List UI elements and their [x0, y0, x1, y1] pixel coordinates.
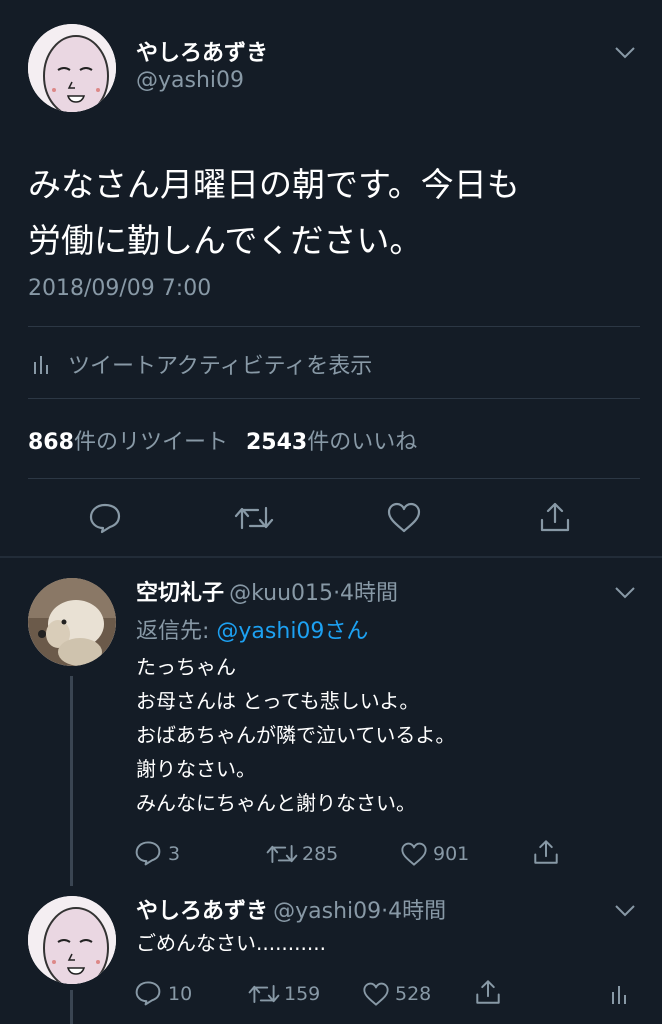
like-icon[interactable] [386, 502, 422, 534]
reply-line: ごめんなさい........... [136, 931, 326, 955]
reply-time: ·4時間 [381, 899, 447, 924]
face-illustration [28, 896, 116, 984]
face-illustration [28, 24, 116, 112]
retweet-icon[interactable] [234, 504, 274, 532]
reply-body: ごめんなさい........... [136, 926, 326, 960]
reply-icon [134, 840, 162, 866]
reply-header: やしろあずき @yashi09·4時間 [136, 893, 446, 925]
retweet-count: 285 [302, 843, 339, 865]
bar-chart-icon[interactable] [610, 980, 628, 1006]
reply-header: 空切礼子 @kuu015·4時間 [136, 575, 398, 607]
reply-line: たっちゃん [136, 655, 236, 679]
thread-line [70, 990, 73, 1024]
main-author-avatar[interactable] [28, 24, 116, 112]
bar-chart-icon [32, 352, 50, 374]
dog-photo [28, 578, 116, 666]
retweet-icon [266, 842, 298, 866]
thread-line [70, 676, 73, 886]
reply-count: 10 [168, 983, 193, 1005]
retweet-count[interactable]: 868 [28, 430, 74, 455]
share-icon[interactable] [474, 978, 502, 1006]
reply-line: 謝りなさい。 [136, 757, 256, 781]
reply-icon[interactable] [88, 502, 122, 534]
reply-author-name[interactable]: 空切礼子 [136, 581, 224, 606]
reply-line: お母さんは とっても悲しいよ。 [136, 689, 420, 713]
retweet-count: 159 [284, 983, 321, 1005]
reply-line: おばあちゃんが隣で泣いているよ。 [136, 723, 456, 747]
like-count: 901 [433, 843, 470, 865]
retweet-icon [248, 982, 280, 1006]
reply-count: 3 [168, 843, 181, 865]
share-icon[interactable] [538, 500, 572, 534]
divider [28, 398, 640, 399]
tweet-activity-label: ツイートアクティビティを表示 [68, 354, 373, 379]
reply-author-name[interactable]: やしろあずき [136, 899, 268, 924]
chevron-down-icon[interactable] [614, 904, 636, 918]
reply-author-handle[interactable]: @yashi09 [273, 899, 381, 924]
like-icon [400, 842, 428, 867]
reply-to-prefix: 返信先: [136, 619, 217, 644]
engagement-counts: 868件のリツイート 2543件のいいね [28, 424, 417, 456]
like-count-label[interactable]: 件のいいね [307, 430, 417, 455]
chevron-down-icon[interactable] [614, 586, 636, 600]
like-count: 528 [395, 983, 432, 1005]
main-tweet-timestamp: 2018/09/09 7:00 [28, 276, 212, 301]
reply-icon [134, 980, 162, 1006]
chevron-down-icon[interactable] [614, 46, 636, 60]
reply-author-handle[interactable]: @kuu015 [229, 581, 333, 606]
divider [28, 326, 640, 327]
main-tweet-text-line2: 労働に勤しんでください。 [28, 221, 423, 260]
main-tweet-text-line1: みなさん月曜日の朝です。今日も [28, 165, 520, 204]
like-count[interactable]: 2543 [246, 430, 307, 455]
reply-line: みんなにちゃんと謝りなさい。 [136, 791, 416, 815]
like-icon [362, 982, 390, 1007]
reply-time: ·4時間 [333, 581, 399, 606]
reply-body: たっちゃん お母さんは とっても悲しいよ。 おばあちゃんが隣で泣いているよ。 謝… [136, 650, 455, 820]
main-author-name[interactable]: やしろあずき [136, 35, 268, 67]
reply-to-line: 返信先: @yashi09さん [136, 613, 368, 645]
reply-author-avatar[interactable] [28, 896, 116, 984]
section-divider [0, 556, 662, 558]
reply-to-handle[interactable]: @yashi09さん [216, 619, 368, 644]
divider [28, 478, 640, 479]
retweet-count-label[interactable]: 件のリツイート [74, 430, 228, 455]
share-icon[interactable] [532, 838, 560, 866]
main-author-handle[interactable]: @yashi09 [136, 68, 244, 93]
reply-author-avatar[interactable] [28, 578, 116, 666]
